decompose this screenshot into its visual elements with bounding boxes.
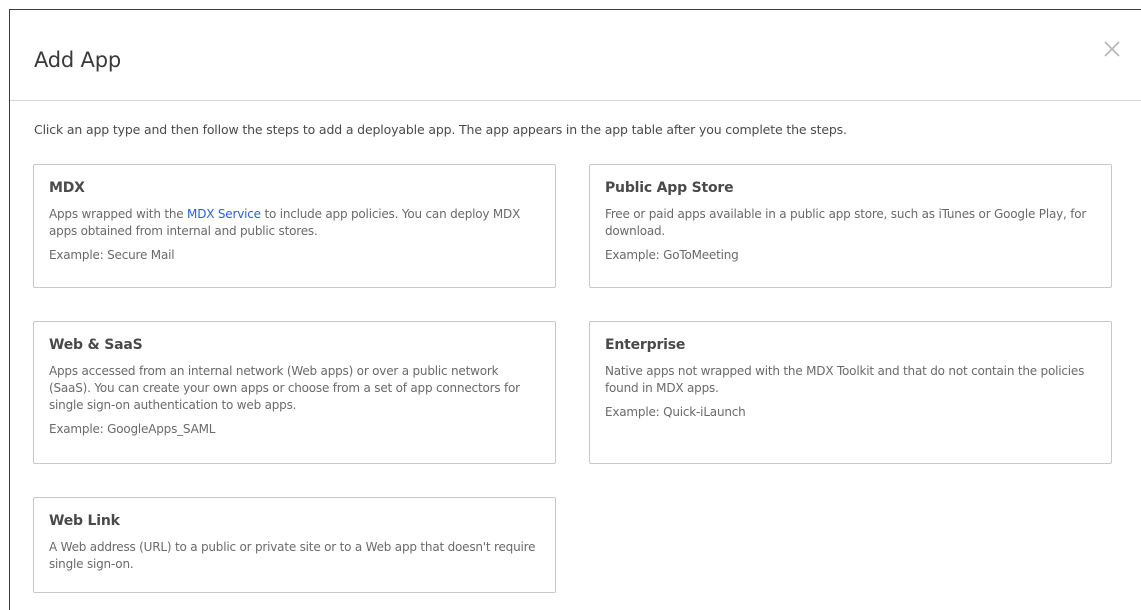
dialog-header: Add App (10, 10, 1141, 101)
close-button[interactable] (1101, 38, 1123, 60)
app-type-card-web-saas[interactable]: Web & SaaS Apps accessed from an interna… (33, 321, 556, 464)
close-icon (1104, 41, 1120, 57)
card-example: Example: Secure Mail (49, 248, 175, 262)
card-description: Native apps not wrapped with the MDX Too… (605, 364, 1085, 395)
app-type-card-mdx[interactable]: MDX Apps wrapped with the MDX Service to… (33, 164, 556, 288)
card-description: Apps wrapped with the MDX Service to inc… (49, 207, 521, 238)
card-example: Example: Quick-iLaunch (605, 405, 746, 419)
card-description: Apps accessed from an internal network (… (49, 364, 520, 412)
mdx-service-link[interactable]: MDX Service (187, 207, 261, 221)
card-title: Web Link (49, 513, 120, 529)
app-type-card-enterprise[interactable]: Enterprise Native apps not wrapped with … (589, 321, 1112, 464)
app-type-card-web-link[interactable]: Web Link A Web address (URL) to a public… (33, 497, 556, 593)
card-description: Free or paid apps available in a public … (605, 207, 1087, 238)
card-description: A Web address (URL) to a public or priva… (49, 540, 536, 571)
app-type-card-public-app-store[interactable]: Public App Store Free or paid apps avail… (589, 164, 1112, 288)
card-title: Enterprise (605, 337, 686, 353)
card-title: Public App Store (605, 180, 734, 196)
dialog-title: Add App (34, 48, 121, 72)
card-example: Example: GoogleApps_SAML (49, 422, 216, 436)
card-title: MDX (49, 180, 85, 196)
intro-text: Click an app type and then follow the st… (34, 122, 847, 137)
add-app-dialog: Add App Click an app type and then follo… (9, 9, 1141, 610)
card-example: Example: GoToMeeting (605, 248, 739, 262)
card-title: Web & SaaS (49, 337, 143, 353)
